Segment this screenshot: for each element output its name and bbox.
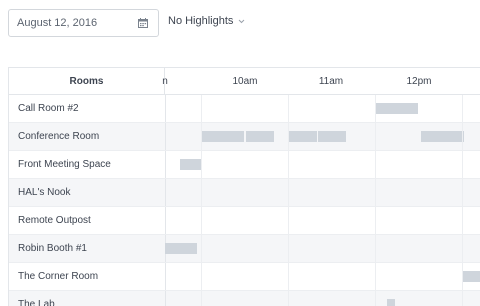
divider [165,123,166,150]
booking-block[interactable] [462,271,480,282]
room-name[interactable]: Remote Outpost [18,207,164,234]
room-name[interactable]: The Corner Room [18,263,164,290]
room-row: Remote Outpost [9,207,480,235]
booking-block[interactable] [165,243,197,254]
schedule-header: Rooms n 10am 11am 12pm [9,68,480,95]
room-name[interactable]: The Lab [18,291,164,306]
booking-block[interactable] [318,131,346,142]
booking-block[interactable] [246,131,274,142]
booking-block[interactable] [421,131,464,142]
calendar-icon [138,18,148,28]
booking-block[interactable] [289,131,317,142]
room-row: HAL's Nook [9,179,480,207]
booking-block[interactable] [180,159,201,170]
grid-line [201,95,202,306]
date-picker[interactable]: August 12, 2016 [8,9,159,37]
highlights-dropdown[interactable]: No Highlights [168,15,245,27]
hour-label: 10am [232,76,258,87]
booking-block[interactable] [387,299,395,306]
grid-line [288,95,289,306]
divider [165,151,166,178]
room-row: The Lab [9,291,480,306]
room-row: Robin Booth #1 [9,235,480,263]
room-name[interactable]: HAL's Nook [18,179,164,206]
chevron-down-icon [239,19,245,23]
room-name[interactable]: Call Room #2 [18,95,164,122]
rooms-column-header: Rooms [9,68,165,95]
hour-label: 11am [318,76,344,87]
highlights-label: No Highlights [168,15,234,27]
booking-block[interactable] [201,131,244,142]
room-row: Call Room #2 [9,95,480,123]
date-value: August 12, 2016 [17,17,98,29]
room-row: Conference Room [9,123,480,151]
room-row: Front Meeting Space [9,151,480,179]
hour-label: n [162,76,168,87]
room-name[interactable]: Front Meeting Space [18,151,164,178]
divider [165,179,166,206]
divider [165,207,166,234]
divider [165,263,166,290]
toolbar: August 12, 2016 No Highlights [0,0,480,60]
hour-label: 12pm [406,76,432,87]
room-name[interactable]: Conference Room [18,123,164,150]
booking-block[interactable] [375,103,418,114]
room-name[interactable]: Robin Booth #1 [18,235,164,262]
grid-line [462,95,463,306]
divider [165,95,166,122]
room-schedule: Rooms n 10am 11am 12pm Call Room #2 Conf… [8,67,480,306]
divider [165,291,166,306]
grid-line [375,95,376,306]
room-row: The Corner Room [9,263,480,291]
